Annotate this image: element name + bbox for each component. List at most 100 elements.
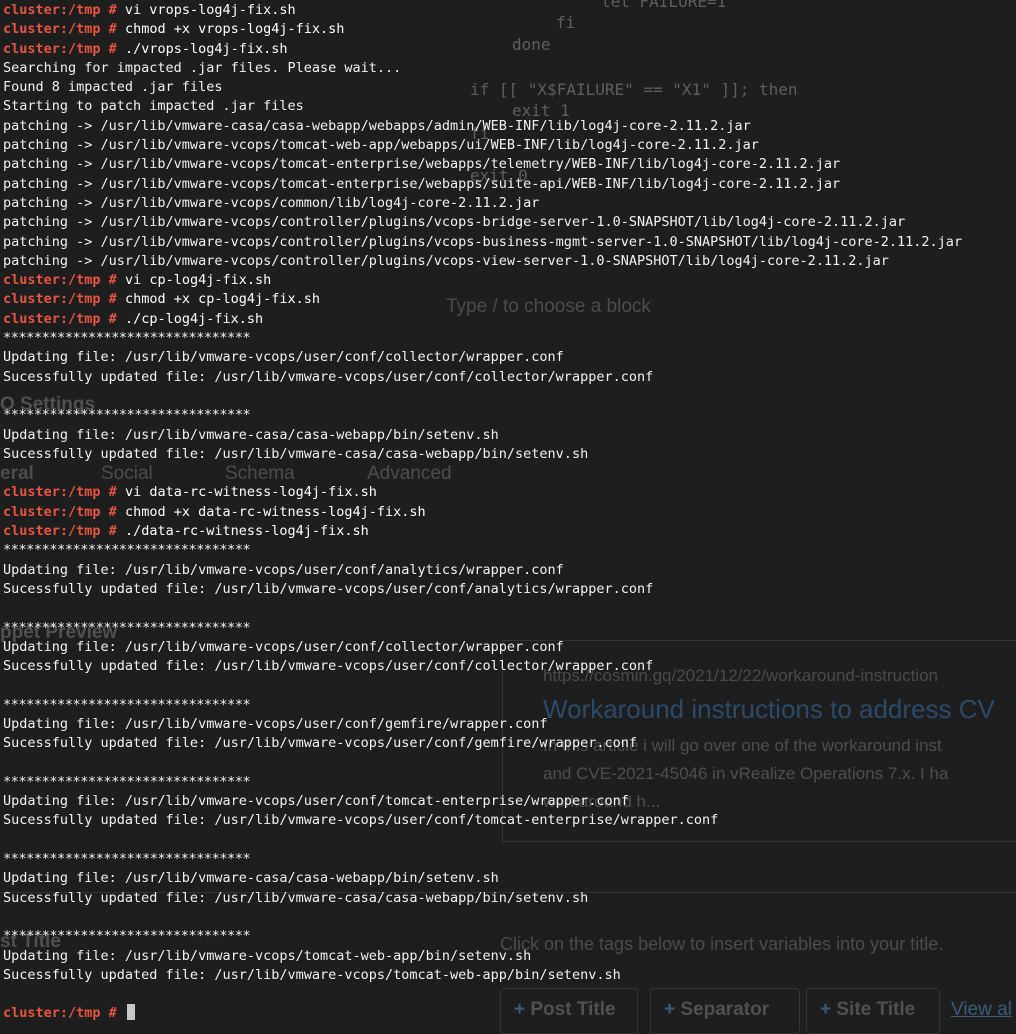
terminal-prompt: cluster:/tmp # — [3, 272, 117, 289]
terminal-prompt: cluster:/tmp # — [3, 40, 117, 57]
terminal-prompt: cluster:/tmp # — [3, 21, 117, 38]
terminal-output-text: Updating file: /usr/lib/vmware-vcops/use… — [3, 349, 564, 366]
terminal-output-text: Updating file: /usr/lib/vmware-vcops/use… — [3, 715, 548, 732]
terminal-prompt: cluster:/tmp # — [3, 503, 117, 520]
separator-stars: ******************************** — [3, 773, 251, 790]
terminal-output-line: patching -> /usr/lib/vmware-vcops/tomcat… — [3, 175, 1016, 194]
terminal-output-line: Starting to patch impacted .jar files — [3, 97, 1016, 116]
terminal-prompt: cluster:/tmp # — [3, 291, 117, 308]
terminal-command-text: chmod +x cp-log4j-fix.sh — [124, 291, 321, 308]
terminal-output-text: Updating file: /usr/lib/vmware-vcops/tom… — [3, 947, 532, 964]
terminal-command-line: cluster:/tmp # chmod +x vrops-log4j-fix.… — [3, 20, 1016, 39]
terminal-output-line: Updating file: /usr/lib/vmware-vcops/use… — [3, 715, 1016, 734]
separator-stars: ******************************** — [3, 407, 251, 424]
terminal-prompt: cluster:/tmp # — [3, 523, 117, 540]
terminal-output-line: patching -> /usr/lib/vmware-vcops/tomcat… — [3, 136, 1016, 155]
terminal-output-text: patching -> /usr/lib/vmware-vcops/contro… — [3, 214, 906, 231]
terminal-command-text: chmod +x vrops-log4j-fix.sh — [124, 21, 345, 38]
terminal-command-text: chmod +x data-rc-witness-log4j-fix.sh — [124, 503, 426, 520]
terminal-separator: ******************************** — [3, 773, 1016, 792]
terminal-output-text: Updating file: /usr/lib/vmware-vcops/use… — [3, 561, 564, 578]
terminal-command-line: cluster:/tmp # chmod +x cp-log4j-fix.sh — [3, 290, 1016, 309]
terminal-output-line: Sucessfully updated file: /usr/lib/vmwar… — [3, 657, 1016, 676]
terminal-separator: ******************************** — [3, 927, 1016, 946]
terminal-separator: ******************************** — [3, 619, 1016, 638]
terminal-prompt: cluster:/tmp # — [3, 1005, 117, 1022]
terminal-command-line: cluster:/tmp # vi data-rc-witness-log4j-… — [3, 483, 1016, 502]
terminal-separator: ******************************** — [3, 541, 1016, 560]
terminal-output-line: Sucessfully updated file: /usr/lib/vmwar… — [3, 580, 1016, 599]
terminal-output-text: Starting to patch impacted .jar files — [3, 98, 304, 115]
terminal-separator: ******************************** — [3, 850, 1016, 869]
terminal-separator: ******************************** — [3, 406, 1016, 425]
terminal-output-line: Updating file: /usr/lib/vmware-vcops/use… — [3, 561, 1016, 580]
terminal-output-text: Sucessfully updated file: /usr/lib/vmwar… — [3, 368, 654, 385]
terminal-output-text: Updating file: /usr/lib/vmware-casa/casa… — [3, 870, 499, 887]
terminal-output-line: patching -> /usr/lib/vmware-vcops/contro… — [3, 233, 1016, 252]
terminal-output-line: patching -> /usr/lib/vmware-vcops/common… — [3, 194, 1016, 213]
terminal-command-line: cluster:/tmp # ./cp-log4j-fix.sh — [3, 310, 1016, 329]
terminal-output-text: patching -> /usr/lib/vmware-vcops/tomcat… — [3, 156, 841, 173]
terminal-output-line: patching -> /usr/lib/vmware-vcops/tomcat… — [3, 155, 1016, 174]
terminal-output-text: Sucessfully updated file: /usr/lib/vmwar… — [3, 445, 589, 462]
terminal-output-line: patching -> /usr/lib/vmware-vcops/contro… — [3, 213, 1016, 232]
terminal-command-text: ./data-rc-witness-log4j-fix.sh — [124, 523, 369, 540]
terminal-command-text: vi vrops-log4j-fix.sh — [116, 2, 296, 18]
terminal-output-line: Updating file: /usr/lib/vmware-vcops/use… — [3, 348, 1016, 367]
terminal-command-text: vi cp-log4j-fix.sh — [124, 272, 272, 289]
terminal-output-text: patching -> /usr/lib/vmware-vcops/contro… — [3, 233, 963, 250]
terminal-command-line: cluster:/tmp # vi cp-log4j-fix.sh — [3, 271, 1016, 290]
terminal-prompt: cluster:/tmp # — [3, 484, 117, 501]
terminal-output-text: patching -> /usr/lib/vmware-vcops/common… — [3, 194, 540, 211]
separator-stars: ******************************** — [3, 542, 251, 559]
terminal-command-line: cluster:/tmp # vi vrops-log4j-fix.sh — [3, 1, 1016, 20]
terminal-output-line: Updating file: /usr/lib/vmware-vcops/tom… — [3, 947, 1016, 966]
terminal-output-text: patching -> /usr/lib/vmware-casa/casa-we… — [3, 117, 751, 134]
terminal-command-text: ./vrops-log4j-fix.sh — [124, 40, 288, 57]
separator-stars: ******************************** — [3, 851, 251, 868]
terminal-command-line: cluster:/tmp # ./vrops-log4j-fix.sh — [3, 40, 1016, 59]
separator-stars: ******************************** — [3, 696, 251, 713]
terminal-output-text: Sucessfully updated file: /usr/lib/vmwar… — [3, 580, 654, 597]
terminal-command-text: vi data-rc-witness-log4j-fix.sh — [124, 484, 377, 501]
terminal-prompt: cluster:/tmp # — [3, 2, 117, 18]
terminal-output-line: Updating file: /usr/lib/vmware-vcops/use… — [3, 792, 1016, 811]
terminal-output-text: patching -> /usr/lib/vmware-vcops/contro… — [3, 252, 889, 269]
terminal-output-line: Searching for impacted .jar files. Pleas… — [3, 59, 1016, 78]
terminal-command-line: cluster:/tmp # chmod +x data-rc-witness-… — [3, 503, 1016, 522]
terminal-output-line: Sucessfully updated file: /usr/lib/vmwar… — [3, 889, 1016, 908]
terminal-output-line: Sucessfully updated file: /usr/lib/vmwar… — [3, 811, 1016, 830]
terminal-output-text: Updating file: /usr/lib/vmware-casa/casa… — [3, 426, 499, 443]
terminal-output-line: Sucessfully updated file: /usr/lib/vmwar… — [3, 368, 1016, 387]
terminal-output-line: Sucessfully updated file: /usr/lib/vmwar… — [3, 966, 1016, 985]
terminal-output-text: Updating file: /usr/lib/vmware-vcops/use… — [3, 793, 629, 810]
terminal-input-line: cluster:/tmp # — [3, 1004, 1016, 1023]
separator-stars: ******************************** — [3, 619, 251, 636]
terminal-output-line: Sucessfully updated file: /usr/lib/vmwar… — [3, 445, 1016, 464]
terminal-command-text: ./cp-log4j-fix.sh — [124, 310, 264, 327]
terminal-output-text: Sucessfully updated file: /usr/lib/vmwar… — [3, 966, 621, 983]
separator-stars: ******************************** — [3, 928, 251, 945]
terminal-separator: ******************************** — [3, 329, 1016, 348]
terminal-cursor[interactable] — [126, 1004, 135, 1021]
terminal-output-text: Searching for impacted .jar files. Pleas… — [3, 59, 402, 76]
terminal-output-text: Sucessfully updated file: /usr/lib/vmwar… — [3, 735, 637, 752]
terminal-output-line: Updating file: /usr/lib/vmware-vcops/use… — [3, 638, 1016, 657]
terminal-separator: ******************************** — [3, 696, 1016, 715]
terminal-output-line: Updating file: /usr/lib/vmware-casa/casa… — [3, 869, 1016, 888]
terminal-output-text: patching -> /usr/lib/vmware-vcops/tomcat… — [3, 175, 841, 192]
terminal-output-line: Sucessfully updated file: /usr/lib/vmwar… — [3, 734, 1016, 753]
terminal-command-line: cluster:/tmp # ./data-rc-witness-log4j-f… — [3, 522, 1016, 541]
terminal-output-line: Found 8 impacted .jar files — [3, 78, 1016, 97]
terminal-output-text: Updating file: /usr/lib/vmware-vcops/use… — [3, 638, 564, 655]
terminal-window[interactable]: cluster:/tmp # vi vrops-log4j-fix.sh clus… — [0, 0, 1016, 1024]
terminal-output-text: Found 8 impacted .jar files — [3, 79, 223, 96]
terminal-output-line: patching -> /usr/lib/vmware-vcops/contro… — [3, 252, 1016, 271]
terminal-output-line: patching -> /usr/lib/vmware-casa/casa-we… — [3, 117, 1016, 136]
